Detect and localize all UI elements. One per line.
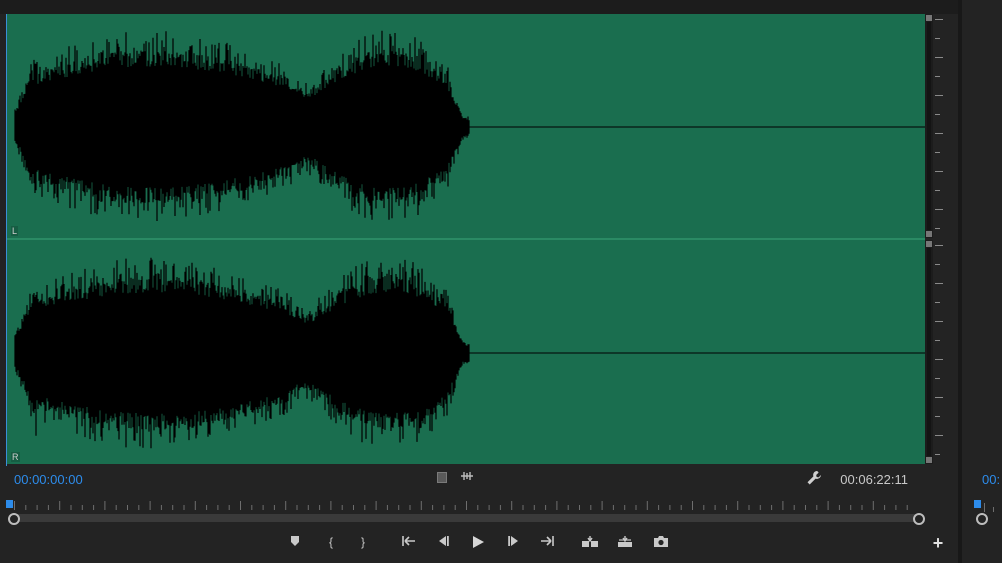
ruler-tick <box>935 38 940 39</box>
marker-map-icon[interactable] <box>460 470 474 485</box>
ruler-tick <box>935 454 940 455</box>
waveform-channel-right[interactable]: R <box>7 240 925 464</box>
ruler-tick <box>935 435 943 436</box>
time-ruler-bar[interactable] <box>0 496 958 526</box>
channel-label-left: L <box>11 226 19 236</box>
mark-in-icon: { <box>328 535 333 549</box>
time-ruler[interactable] <box>14 500 918 510</box>
waveform-channel-left[interactable]: L <box>7 14 925 238</box>
go-to-in-button[interactable] <box>398 532 420 552</box>
scroll-handle-bottom[interactable] <box>926 457 932 463</box>
current-timecode[interactable]: 00:00:00:00 <box>14 472 83 487</box>
ruler-tick <box>935 76 940 77</box>
source-monitor: L R 00:00:00:00 00:06:22:11 {} + 00: <box>0 0 1002 563</box>
overwrite-icon <box>618 536 632 547</box>
adjacent-zoom-handle[interactable] <box>976 513 988 525</box>
ruler-tick <box>935 397 943 398</box>
play-button[interactable] <box>467 532 489 552</box>
amplitude-ruler-right <box>933 240 945 464</box>
go-to-out-icon <box>541 536 554 546</box>
marker-icon <box>291 536 299 546</box>
add-marker-button[interactable] <box>284 532 306 552</box>
play-icon <box>473 536 484 548</box>
scroll-handle-bottom[interactable] <box>926 231 932 237</box>
ruler-tick <box>935 133 943 134</box>
scrollbar-track <box>927 248 931 456</box>
ruler-tick <box>935 378 940 379</box>
adjacent-monitor-panel: 00: <box>962 0 1002 563</box>
scrollbar-track <box>927 22 931 230</box>
playhead-line <box>6 14 7 466</box>
step-forward-button[interactable] <box>503 532 525 552</box>
top-strip <box>0 0 960 14</box>
camera-icon <box>654 536 668 547</box>
ruler-tick <box>935 321 943 322</box>
ruler-tick <box>935 302 940 303</box>
mark-in-button[interactable]: { <box>320 532 342 552</box>
step-forward-icon <box>508 536 518 546</box>
ruler-tick <box>935 95 943 96</box>
channel-label-right: R <box>11 452 20 462</box>
transport-controls: { } <box>0 532 958 554</box>
ruler-tick <box>935 245 943 246</box>
ruler-tick <box>935 57 943 58</box>
ruler-tick <box>935 228 940 229</box>
duration-timecode: 00:06:22:11 <box>840 472 908 487</box>
vertical-scrollbar-right[interactable] <box>925 240 933 464</box>
adjacent-timecode[interactable]: 00: <box>982 472 1002 487</box>
waveform-left <box>14 30 925 221</box>
ruler-tick <box>935 340 940 341</box>
insert-icon <box>582 536 598 547</box>
adjacent-time-ruler <box>984 503 994 512</box>
zoom-handle-right[interactable] <box>913 513 925 525</box>
wrench-icon[interactable] <box>806 470 822 491</box>
ruler-tick <box>935 209 943 210</box>
step-back-icon <box>439 536 449 546</box>
export-frame-button[interactable] <box>650 532 672 552</box>
mark-out-icon: } <box>360 535 365 549</box>
scroll-handle-top[interactable] <box>926 15 932 21</box>
zoom-scroll-track[interactable] <box>14 514 918 522</box>
go-to-in-icon <box>402 536 415 546</box>
ruler-tick <box>935 114 940 115</box>
step-back-button[interactable] <box>432 532 454 552</box>
scroll-handle-top[interactable] <box>926 241 932 247</box>
monitor-controls-row: 00:00:00:00 00:06:22:11 <box>0 468 958 490</box>
amplitude-ruler-left <box>933 14 945 238</box>
ruler-tick <box>935 416 940 417</box>
ruler-tick <box>935 152 940 153</box>
overwrite-button[interactable] <box>614 532 636 552</box>
ruler-tick <box>935 283 943 284</box>
mark-out-button[interactable]: } <box>352 532 374 552</box>
adjacent-playhead-marker-icon[interactable] <box>974 500 981 508</box>
insert-button[interactable] <box>579 532 601 552</box>
fit-square-icon[interactable] <box>437 472 447 483</box>
ruler-tick <box>935 190 940 191</box>
vertical-scrollbar-left[interactable] <box>925 14 933 238</box>
waveform-right <box>14 257 925 449</box>
ruler-tick <box>935 171 943 172</box>
ruler-tick <box>935 264 940 265</box>
ruler-tick <box>935 19 943 20</box>
playhead-marker-icon[interactable] <box>6 500 13 508</box>
add-button[interactable]: + <box>928 533 948 553</box>
ruler-tick <box>935 359 943 360</box>
go-to-out-button[interactable] <box>536 532 558 552</box>
zoom-handle-left[interactable] <box>8 513 20 525</box>
